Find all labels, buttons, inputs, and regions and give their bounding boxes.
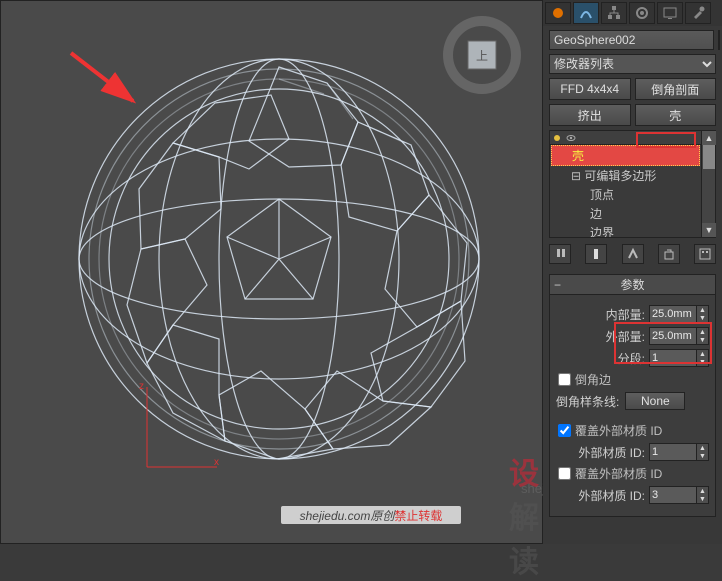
command-panel: 修改器列表 FFD 4x4x4 倒角剖面 挤出 壳 壳 ⊟ 可编辑多边形 顶点 … (543, 0, 722, 544)
spin-down-icon[interactable]: ▼ (697, 314, 708, 322)
axis-gizmo: x z (137, 379, 227, 479)
tab-hierarchy-icon[interactable] (601, 2, 627, 24)
tab-modify-icon[interactable] (573, 2, 599, 24)
segments-spinner[interactable]: ▲▼ (649, 349, 709, 367)
show-end-result-icon[interactable] (585, 244, 607, 264)
watermark-logo: 设解读 (509, 449, 542, 581)
inner-amount-label: 内部量: (606, 306, 645, 323)
tab-create-icon[interactable] (545, 2, 571, 24)
annotation-arrow (65, 47, 145, 107)
outer-matid2-spinner[interactable]: ▲▼ (649, 486, 709, 504)
stack-shell[interactable]: 壳 (551, 145, 700, 166)
bevel-spline-none-button[interactable]: None (625, 392, 685, 410)
modifier-list-dropdown[interactable]: 修改器列表 (549, 54, 716, 74)
geosphere-wireframe (69, 49, 489, 469)
object-name-input[interactable] (549, 30, 714, 50)
tab-utilities-icon[interactable] (685, 2, 711, 24)
object-color-swatch[interactable] (718, 30, 720, 50)
make-unique-icon[interactable] (622, 244, 644, 264)
scroll-up-icon[interactable]: ▲ (702, 131, 716, 145)
svg-text:上: 上 (476, 49, 488, 63)
params-rollup: − 参数 内部量: ▲▼ 外部量: ▲▼ 分段: (549, 274, 716, 517)
stack-editable-poly[interactable]: ⊟ 可编辑多边形 (550, 166, 701, 185)
scroll-down-icon[interactable]: ▼ (702, 223, 716, 237)
view-cube: 上 (442, 15, 522, 95)
configure-sets-icon[interactable] (694, 244, 716, 264)
spin-up-icon[interactable]: ▲ (697, 306, 708, 314)
svg-text:x: x (214, 457, 219, 468)
eye-icon (564, 132, 578, 144)
chamfer-profile-button[interactable]: 倒角剖面 (635, 78, 717, 100)
extrude-button[interactable]: 挤出 (549, 104, 631, 126)
stack-vertex[interactable]: 顶点 (550, 185, 701, 204)
outer-matid-spinner[interactable]: ▲▼ (649, 443, 709, 461)
outer-amount-spinner[interactable]: ▲▼ (649, 327, 709, 345)
bevel-spline-label: 倒角样条线: (556, 393, 619, 410)
shell-button[interactable]: 壳 (635, 104, 717, 126)
override-outer-matid2-checkbox[interactable]: 覆盖外部材质 ID (558, 465, 709, 482)
remove-modifier-icon[interactable] (658, 244, 680, 264)
collapse-icon: − (554, 278, 561, 292)
outer-amount-label: 外部量: (606, 328, 645, 345)
pin-stack-icon[interactable] (549, 244, 571, 264)
override-outer-matid-checkbox[interactable]: 覆盖外部材质 ID (558, 422, 709, 439)
params-rollup-header[interactable]: − 参数 (550, 275, 715, 295)
stack-edge[interactable]: 边 (550, 204, 701, 223)
watermark-bar: shejiedu.com原创 禁止转载 (281, 506, 461, 524)
stack-border[interactable]: 边界 (550, 223, 701, 237)
svg-text:z: z (139, 381, 144, 392)
outer-matid-label: 外部材质 ID: (578, 444, 645, 461)
tab-motion-icon[interactable] (629, 2, 655, 24)
viewport[interactable]: 上 x z 设解读 shejiedu.com shejiedu.com原创 禁止… (0, 0, 543, 544)
stack-scrollbar[interactable]: ▲ ▼ (701, 131, 715, 237)
inner-amount-spinner[interactable]: ▲▼ (649, 305, 709, 323)
ffd-button[interactable]: FFD 4x4x4 (549, 78, 631, 100)
bevel-edges-checkbox[interactable]: 倒角边 (558, 371, 709, 388)
segments-label: 分段: (618, 350, 645, 367)
tab-display-icon[interactable] (657, 2, 683, 24)
modifier-stack: 壳 ⊟ 可编辑多边形 顶点 边 边界 多边形 元素 ▲ ▼ (549, 130, 716, 238)
bulb-icon (550, 132, 564, 144)
outer-matid2-label: 外部材质 ID: (578, 487, 645, 504)
panel-tab-row (543, 0, 722, 26)
scroll-thumb[interactable] (703, 145, 715, 169)
